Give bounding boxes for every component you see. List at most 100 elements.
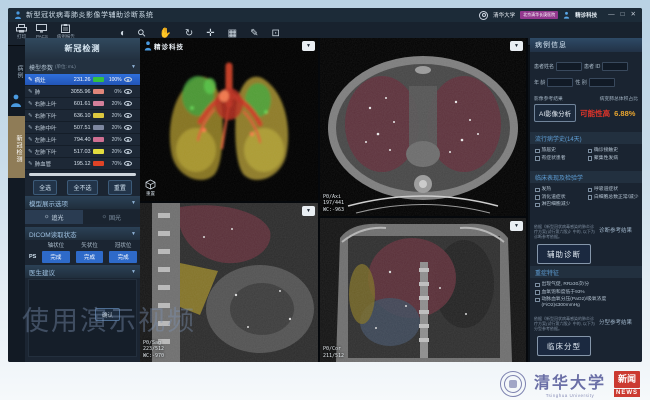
dicom-status-header[interactable]: DICOM读取状态 ▼: [25, 227, 140, 240]
viewport-menu-button[interactable]: ▼: [510, 41, 523, 51]
checkbox-cluster-onset[interactable]: 聚集性发病: [588, 156, 640, 162]
footer-logos: 清华大学 Tsinghua University 新闻 NEWS: [500, 369, 640, 398]
checkbox-pao2-fio2[interactable]: 动脉血氧分压(PaO2)/吸氧浓度(FiO2)≤300mmHg: [535, 297, 639, 308]
select-all-button[interactable]: 全选: [33, 180, 57, 195]
checkbox-icon[interactable]: [535, 203, 540, 208]
reset-view-button[interactable]: 重置: [145, 179, 156, 197]
clinical-header: 临床表现及检验学: [530, 171, 642, 183]
eye-icon[interactable]: [124, 113, 132, 118]
checkbox-wbc[interactable]: 白细胞总数正常/减少: [588, 195, 640, 201]
viewport-3d[interactable]: 精诊科技 ▼ 重置: [140, 38, 318, 201]
tab-patient-icon[interactable]: [10, 94, 22, 108]
color-swatch[interactable]: [93, 137, 104, 142]
light-follow-tab[interactable]: ☼ 追光: [25, 210, 83, 224]
sun-icon: ☼: [44, 214, 50, 220]
eye-icon[interactable]: [124, 89, 132, 94]
viewport-sagittal[interactable]: ▼ P0/Sag223/512WC:-970: [140, 203, 318, 362]
checkbox-travel-history[interactable]: 旅居史: [535, 148, 587, 154]
checkbox-respiratory[interactable]: 呼吸道症状: [588, 187, 640, 193]
eye-icon[interactable]: [124, 137, 132, 142]
close-button[interactable]: ✕: [631, 8, 636, 22]
age-input[interactable]: [547, 78, 573, 87]
tab-case[interactable]: 病例: [8, 58, 25, 86]
color-swatch[interactable]: [93, 113, 104, 118]
vessel-icon: ✎: [28, 161, 33, 167]
axial-overlay-text: P0/Axi197/441WC:-963: [323, 194, 344, 214]
checkbox-icon[interactable]: [535, 156, 540, 161]
status-badge: 完成: [109, 251, 137, 263]
viewer-grid: 精诊科技 ▼ 重置: [140, 38, 528, 362]
checkbox-confirmed-contact[interactable]: 确诊接触史: [588, 148, 640, 154]
mesh-icon: ✎: [28, 89, 33, 95]
color-swatch[interactable]: [93, 161, 104, 166]
confirm-button[interactable]: 确认: [95, 308, 120, 321]
checkbox-icon[interactable]: [588, 195, 593, 200]
checkbox-icon[interactable]: [588, 188, 593, 193]
checkbox-fever[interactable]: 发热: [535, 187, 587, 193]
display-options-header[interactable]: 模型展示选项 ▼: [25, 196, 140, 209]
chevron-down-icon: ▼: [131, 231, 136, 237]
typing-note: 依据《新型冠状病毒感染的肺炎诊疗方案(试行第六版)》中的, 以下为分型参考依据。: [534, 316, 596, 331]
structure-row[interactable]: ✎ 右肺上叶 601.61 20%: [25, 98, 140, 110]
ai-analysis-button[interactable]: AI影像分析: [534, 104, 576, 122]
checkbox-icon[interactable]: [535, 149, 540, 154]
checkbox-icon[interactable]: [535, 195, 540, 200]
structure-row[interactable]: ✎ 右肺中叶 507.51 20%: [25, 122, 140, 134]
viewport-coronal[interactable]: ▼ P0/Cor211/512: [320, 218, 526, 362]
assist-diagnosis-button[interactable]: 辅助诊断: [537, 244, 591, 264]
structure-row[interactable]: ✎ 肺 3055.96 0%: [25, 86, 140, 98]
viewport-menu-button[interactable]: ▼: [302, 206, 315, 216]
diagnosis-result-label: 诊断参考结果: [599, 226, 632, 239]
model-params-dropdown[interactable]: 模型参数 (单位: mL) ▼: [25, 60, 140, 74]
tsinghua-wordmark-en: Tsinghua University: [534, 393, 606, 398]
coronal-overlay-text: P0/Cor211/512: [323, 346, 344, 359]
color-swatch[interactable]: [93, 77, 104, 82]
eye-icon[interactable]: [124, 149, 132, 154]
color-swatch[interactable]: [93, 125, 104, 130]
eye-icon[interactable]: [124, 125, 132, 130]
checkbox-rr30[interactable]: 出现气促, RR≥30次/分: [535, 282, 639, 288]
tab-covid-detect[interactable]: 新冠检测: [8, 116, 25, 178]
structure-row[interactable]: ✎ 肺血管 195.12 70%: [25, 158, 140, 170]
typing-result-label: 分型参考结果: [599, 318, 632, 331]
minimize-button[interactable]: —: [608, 8, 615, 22]
image-ref-result-label: 影像参考结果: [534, 95, 563, 102]
viewport-menu-button[interactable]: ▼: [302, 41, 315, 51]
viewport-axial[interactable]: ▼ P0/Axi197/441WC:-963: [320, 38, 526, 216]
checkbox-symptomatic-patient[interactable]: 有症状患者: [535, 156, 587, 162]
color-swatch[interactable]: [93, 89, 104, 94]
select-none-button[interactable]: 全不选: [67, 180, 97, 195]
color-swatch[interactable]: [93, 149, 104, 154]
diagnosis-note: 依据《新型冠状病毒感染的肺炎诊疗方案(试行第六版)》中的, 以下为诊断参考依据。: [534, 224, 596, 239]
patient-name-input[interactable]: [556, 62, 582, 71]
doctor-advice-input[interactable]: [28, 279, 137, 357]
checkbox-spo2[interactable]: 血氧饱和度低于93%: [535, 290, 639, 296]
checkbox-digestive[interactable]: 消化道症状: [535, 195, 587, 201]
opacity-slider[interactable]: [29, 173, 136, 176]
eye-icon[interactable]: [124, 101, 132, 106]
checkbox-icon[interactable]: [535, 290, 540, 295]
structure-row[interactable]: ✎ 右肺下叶 636.10 20%: [25, 110, 140, 122]
checkbox-icon[interactable]: [535, 298, 540, 303]
checkbox-icon[interactable]: [588, 149, 593, 154]
company-person-icon: [14, 11, 22, 20]
light-fixed-tab[interactable]: ☼ 固光: [83, 210, 141, 224]
checkbox-icon[interactable]: [588, 156, 593, 161]
viewport-menu-button[interactable]: ▼: [510, 221, 523, 231]
doctor-advice-header[interactable]: 医生建议 ▼: [25, 265, 140, 278]
checkbox-icon[interactable]: [535, 188, 540, 193]
clinical-typing-button[interactable]: 临床分型: [537, 336, 591, 356]
checkbox-lymphocyte[interactable]: 淋巴细胞减少: [535, 202, 587, 208]
structure-row[interactable]: ✎ 左肺上叶 794.40 20%: [25, 134, 140, 146]
eye-icon[interactable]: [124, 161, 132, 166]
eye-icon[interactable]: [124, 77, 132, 82]
patient-id-input[interactable]: [602, 62, 628, 71]
checkbox-icon[interactable]: [535, 283, 540, 288]
reset-button[interactable]: 重置: [108, 180, 132, 195]
color-swatch[interactable]: [93, 101, 104, 106]
maximize-button[interactable]: □: [621, 8, 625, 22]
sagittal-overlay-text: P0/Sag223/512WC:-970: [143, 340, 164, 360]
structure-row[interactable]: ✎ 病灶 231.26 100%: [25, 74, 140, 86]
structure-row[interactable]: ✎ 左肺下叶 517.03 20%: [25, 146, 140, 158]
sex-input[interactable]: [589, 78, 615, 87]
